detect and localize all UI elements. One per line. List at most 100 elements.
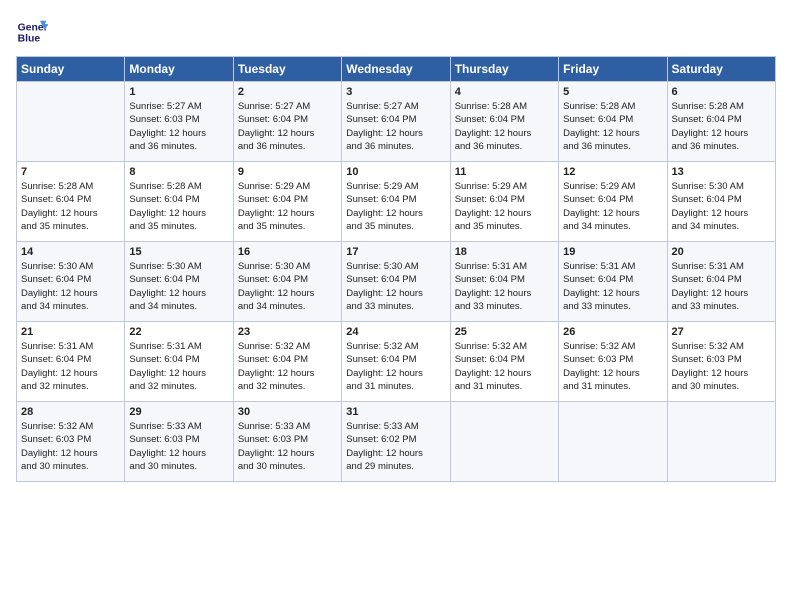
- calendar-cell: 2 Sunrise: 5:27 AM Sunset: 6:04 PM Daylig…: [233, 82, 341, 162]
- day-info: Sunrise: 5:27 AM Sunset: 6:04 PM Dayligh…: [238, 100, 337, 153]
- day-number: 31: [346, 406, 445, 418]
- calendar-cell: 16 Sunrise: 5:30 AM Sunset: 6:04 PM Dayli…: [233, 242, 341, 322]
- day-info: Sunrise: 5:31 AM Sunset: 6:04 PM Dayligh…: [672, 260, 771, 313]
- calendar-cell: 14 Sunrise: 5:30 AM Sunset: 6:04 PM Dayli…: [17, 242, 125, 322]
- calendar-cell: 19 Sunrise: 5:31 AM Sunset: 6:04 PM Dayli…: [559, 242, 667, 322]
- day-info: Sunrise: 5:30 AM Sunset: 6:04 PM Dayligh…: [346, 260, 445, 313]
- day-info: Sunrise: 5:27 AM Sunset: 6:04 PM Dayligh…: [346, 100, 445, 153]
- column-header-sunday: Sunday: [17, 57, 125, 82]
- week-row-2: 7 Sunrise: 5:28 AM Sunset: 6:04 PM Daylig…: [17, 162, 776, 242]
- page-header: General Blue: [16, 16, 776, 48]
- calendar-cell: 21 Sunrise: 5:31 AM Sunset: 6:04 PM Dayli…: [17, 322, 125, 402]
- column-header-friday: Friday: [559, 57, 667, 82]
- day-info: Sunrise: 5:32 AM Sunset: 6:04 PM Dayligh…: [346, 340, 445, 393]
- day-number: 22: [129, 326, 228, 338]
- day-info: Sunrise: 5:29 AM Sunset: 6:04 PM Dayligh…: [238, 180, 337, 233]
- day-number: 29: [129, 406, 228, 418]
- calendar-cell: 7 Sunrise: 5:28 AM Sunset: 6:04 PM Daylig…: [17, 162, 125, 242]
- calendar-header-row: SundayMondayTuesdayWednesdayThursdayFrid…: [17, 57, 776, 82]
- day-number: 21: [21, 326, 120, 338]
- day-number: 19: [563, 246, 662, 258]
- day-info: Sunrise: 5:32 AM Sunset: 6:03 PM Dayligh…: [563, 340, 662, 393]
- calendar-cell: 11 Sunrise: 5:29 AM Sunset: 6:04 PM Dayli…: [450, 162, 558, 242]
- column-header-wednesday: Wednesday: [342, 57, 450, 82]
- day-info: Sunrise: 5:30 AM Sunset: 6:04 PM Dayligh…: [238, 260, 337, 313]
- week-row-5: 28Sunrise: 5:32 AM Sunset: 6:03 PM Dayli…: [17, 402, 776, 482]
- week-row-3: 14 Sunrise: 5:30 AM Sunset: 6:04 PM Dayli…: [17, 242, 776, 322]
- day-number: 3: [346, 86, 445, 98]
- calendar-cell: 10 Sunrise: 5:29 AM Sunset: 6:04 PM Dayli…: [342, 162, 450, 242]
- calendar-body: 1Sunrise: 5:27 AM Sunset: 6:03 PM Daylig…: [17, 82, 776, 482]
- day-info: Sunrise: 5:33 AM Sunset: 6:03 PM Dayligh…: [129, 420, 228, 473]
- calendar-cell: 3 Sunrise: 5:27 AM Sunset: 6:04 PM Daylig…: [342, 82, 450, 162]
- day-info: Sunrise: 5:30 AM Sunset: 6:04 PM Dayligh…: [21, 260, 120, 313]
- calendar-cell: [450, 402, 558, 482]
- day-number: 23: [238, 326, 337, 338]
- day-info: Sunrise: 5:29 AM Sunset: 6:04 PM Dayligh…: [346, 180, 445, 233]
- day-info: Sunrise: 5:31 AM Sunset: 6:04 PM Dayligh…: [563, 260, 662, 313]
- day-number: 24: [346, 326, 445, 338]
- day-number: 7: [21, 166, 120, 178]
- day-info: Sunrise: 5:32 AM Sunset: 6:03 PM Dayligh…: [672, 340, 771, 393]
- day-number: 15: [129, 246, 228, 258]
- calendar-cell: 22 Sunrise: 5:31 AM Sunset: 6:04 PM Dayli…: [125, 322, 233, 402]
- day-number: 25: [455, 326, 554, 338]
- day-info: Sunrise: 5:33 AM Sunset: 6:03 PM Dayligh…: [238, 420, 337, 473]
- day-number: 2: [238, 86, 337, 98]
- calendar-cell: 20 Sunrise: 5:31 AM Sunset: 6:04 PM Dayli…: [667, 242, 775, 322]
- column-header-monday: Monday: [125, 57, 233, 82]
- calendar-cell: [17, 82, 125, 162]
- calendar-cell: 25 Sunrise: 5:32 AM Sunset: 6:04 PM Dayli…: [450, 322, 558, 402]
- calendar-cell: 9Sunrise: 5:29 AM Sunset: 6:04 PM Daylig…: [233, 162, 341, 242]
- day-info: Sunrise: 5:28 AM Sunset: 6:04 PM Dayligh…: [563, 100, 662, 153]
- day-number: 4: [455, 86, 554, 98]
- calendar-cell: 1Sunrise: 5:27 AM Sunset: 6:03 PM Daylig…: [125, 82, 233, 162]
- week-row-4: 21 Sunrise: 5:31 AM Sunset: 6:04 PM Dayli…: [17, 322, 776, 402]
- day-info: Sunrise: 5:28 AM Sunset: 6:04 PM Dayligh…: [21, 180, 120, 233]
- day-number: 11: [455, 166, 554, 178]
- day-info: Sunrise: 5:27 AM Sunset: 6:03 PM Dayligh…: [129, 100, 228, 153]
- day-number: 17: [346, 246, 445, 258]
- calendar-cell: 28Sunrise: 5:32 AM Sunset: 6:03 PM Dayli…: [17, 402, 125, 482]
- day-number: 8: [129, 166, 228, 178]
- logo: General Blue: [16, 16, 54, 48]
- day-info: Sunrise: 5:31 AM Sunset: 6:04 PM Dayligh…: [21, 340, 120, 393]
- calendar-cell: 24 Sunrise: 5:32 AM Sunset: 6:04 PM Dayli…: [342, 322, 450, 402]
- day-number: 27: [672, 326, 771, 338]
- day-number: 5: [563, 86, 662, 98]
- calendar-cell: [559, 402, 667, 482]
- day-number: 18: [455, 246, 554, 258]
- day-info: Sunrise: 5:31 AM Sunset: 6:04 PM Dayligh…: [455, 260, 554, 313]
- day-info: Sunrise: 5:32 AM Sunset: 6:03 PM Dayligh…: [21, 420, 120, 473]
- calendar-cell: 18 Sunrise: 5:31 AM Sunset: 6:04 PM Dayli…: [450, 242, 558, 322]
- calendar-cell: 6 Sunrise: 5:28 AM Sunset: 6:04 PM Daylig…: [667, 82, 775, 162]
- day-number: 20: [672, 246, 771, 258]
- column-header-thursday: Thursday: [450, 57, 558, 82]
- calendar-table: SundayMondayTuesdayWednesdayThursdayFrid…: [16, 56, 776, 482]
- day-number: 13: [672, 166, 771, 178]
- calendar-cell: 13 Sunrise: 5:30 AM Sunset: 6:04 PM Dayli…: [667, 162, 775, 242]
- column-header-tuesday: Tuesday: [233, 57, 341, 82]
- day-info: Sunrise: 5:28 AM Sunset: 6:04 PM Dayligh…: [672, 100, 771, 153]
- calendar-cell: 30Sunrise: 5:33 AM Sunset: 6:03 PM Dayli…: [233, 402, 341, 482]
- day-info: Sunrise: 5:29 AM Sunset: 6:04 PM Dayligh…: [455, 180, 554, 233]
- day-info: Sunrise: 5:30 AM Sunset: 6:04 PM Dayligh…: [129, 260, 228, 313]
- calendar-cell: 5 Sunrise: 5:28 AM Sunset: 6:04 PM Daylig…: [559, 82, 667, 162]
- day-number: 16: [238, 246, 337, 258]
- day-number: 14: [21, 246, 120, 258]
- day-info: Sunrise: 5:31 AM Sunset: 6:04 PM Dayligh…: [129, 340, 228, 393]
- day-number: 6: [672, 86, 771, 98]
- week-row-1: 1Sunrise: 5:27 AM Sunset: 6:03 PM Daylig…: [17, 82, 776, 162]
- logo-icon: General Blue: [16, 16, 48, 48]
- calendar-cell: 27 Sunrise: 5:32 AM Sunset: 6:03 PM Dayli…: [667, 322, 775, 402]
- day-number: 26: [563, 326, 662, 338]
- calendar-cell: 31 Sunrise: 5:33 AM Sunset: 6:02 PM Dayli…: [342, 402, 450, 482]
- day-info: Sunrise: 5:29 AM Sunset: 6:04 PM Dayligh…: [563, 180, 662, 233]
- svg-text:Blue: Blue: [18, 34, 41, 45]
- day-info: Sunrise: 5:32 AM Sunset: 6:04 PM Dayligh…: [455, 340, 554, 393]
- day-number: 10: [346, 166, 445, 178]
- day-info: Sunrise: 5:30 AM Sunset: 6:04 PM Dayligh…: [672, 180, 771, 233]
- day-info: Sunrise: 5:33 AM Sunset: 6:02 PM Dayligh…: [346, 420, 445, 473]
- day-info: Sunrise: 5:32 AM Sunset: 6:04 PM Dayligh…: [238, 340, 337, 393]
- calendar-cell: 17 Sunrise: 5:30 AM Sunset: 6:04 PM Dayli…: [342, 242, 450, 322]
